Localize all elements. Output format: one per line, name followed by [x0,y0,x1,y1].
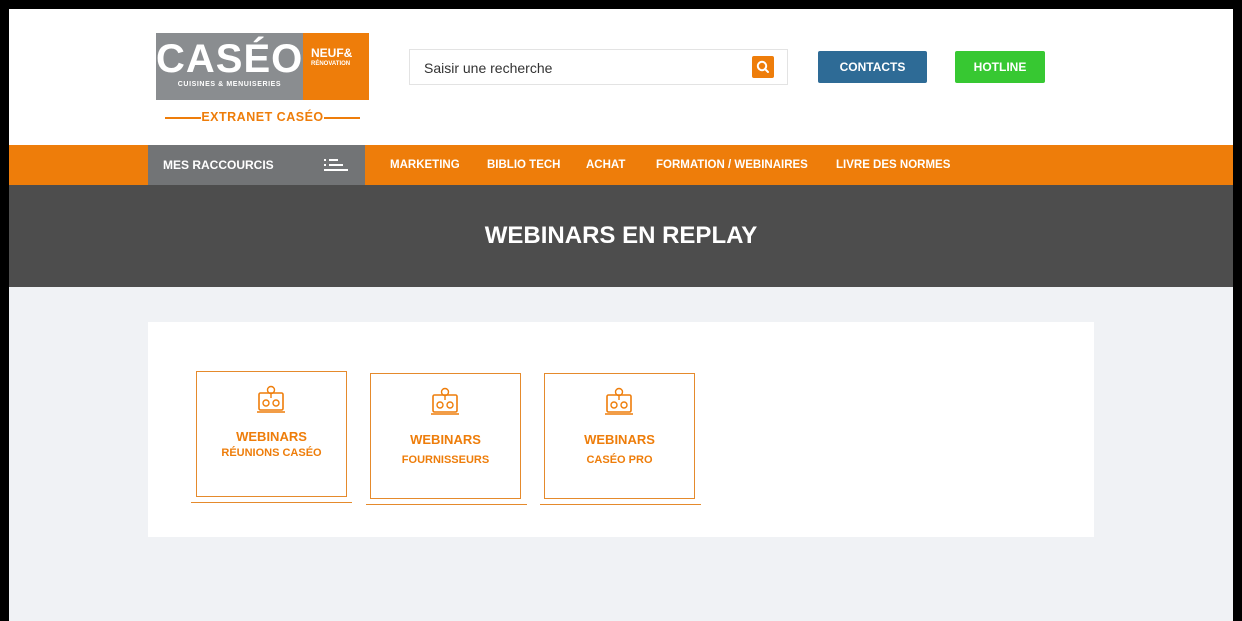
menu-list-icon [324,159,348,171]
tile-subtitle: CASÉO PRO [586,454,653,466]
webinar-icon [605,387,633,415]
page-title: WEBINARS EN REPLAY [484,222,758,249]
webinar-icon [431,387,459,415]
logo-wordmark: CASÉO [156,37,304,81]
search-button[interactable] [752,56,774,78]
search-box [409,49,788,86]
tile-title: WEBINARS [584,432,655,447]
tile-webinars-caseo-pro[interactable]: WEBINARS CASÉO PRO [544,373,695,499]
shortcuts-label: MES RACCOURCIS [163,158,274,172]
search-icon [756,60,769,73]
tile-title: WEBINARS [410,432,481,447]
logo-main-block: CASÉO CUISINES & MENUISERIES [156,33,303,100]
logo-side-block: NEUF& RÉNOVATION [303,33,369,100]
webinar-icon [257,385,285,413]
nav-item-livre-des-normes[interactable]: LIVRE DES NORMES [836,145,950,185]
tile-underline [540,504,701,505]
tile-underline [191,502,352,503]
tile-webinars-reunions-caseo[interactable]: WEBINARS RÉUNIONS CASÉO [196,371,347,497]
caseo-logo[interactable]: CASÉO CUISINES & MENUISERIES NEUF& RÉNOV… [156,33,369,130]
page-banner: WEBINARS EN REPLAY [9,185,1233,287]
tile-underline [366,504,527,505]
page-frame: CASÉO CUISINES & MENUISERIES NEUF& RÉNOV… [9,9,1233,621]
main-nav: MES RACCOURCIS MARKETING BIBLIO TECH ACH… [9,145,1233,185]
tile-subtitle: FOURNISSEURS [401,454,490,466]
logo-divider-right [324,117,360,119]
logo-subtitle: CUISINES & MENUISERIES [177,81,282,88]
tiles-card: WEBINARS RÉUNIONS CASÉO WEBINARS FOURNIS… [148,322,1094,537]
nav-item-marketing[interactable]: MARKETING [390,145,460,185]
logo-neuf: NEUF& [311,46,353,60]
content-area: WEBINARS RÉUNIONS CASÉO WEBINARS FOURNIS… [9,287,1233,621]
shortcuts-menu[interactable]: MES RACCOURCIS [148,145,365,185]
logo-renovation: RÉNOVATION [311,61,351,67]
nav-item-biblio-tech[interactable]: BIBLIO TECH [487,145,560,185]
nav-item-achat[interactable]: ACHAT [586,145,625,185]
search-input[interactable] [422,50,746,86]
nav-item-formation-webinaires[interactable]: FORMATION / WEBINAIRES [656,145,808,185]
contacts-button[interactable]: CONTACTS [818,51,927,83]
tile-title: WEBINARS [236,429,307,444]
tile-subtitle: RÉUNIONS CASÉO [221,447,322,459]
tile-webinars-fournisseurs[interactable]: WEBINARS FOURNISSEURS [370,373,521,499]
site-header: CASÉO CUISINES & MENUISERIES NEUF& RÉNOV… [9,9,1233,145]
hotline-button[interactable]: HOTLINE [955,51,1045,83]
